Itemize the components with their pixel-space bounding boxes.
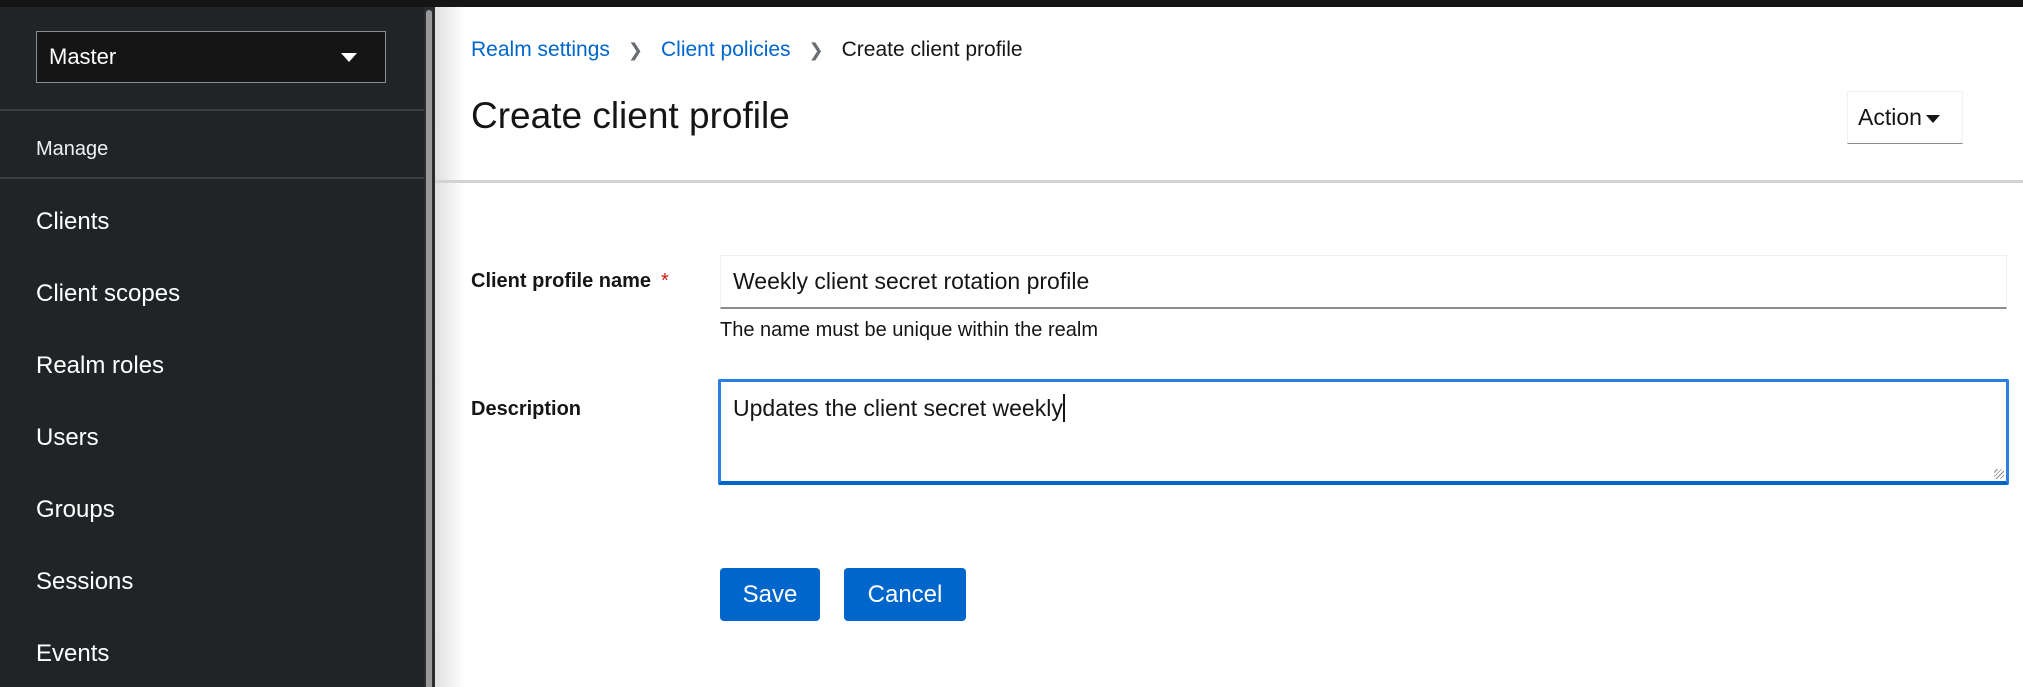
save-button[interactable]: Save [720, 568, 820, 621]
top-bar [0, 0, 2023, 7]
required-indicator: * [661, 270, 669, 292]
action-dropdown[interactable]: Action [1847, 91, 1963, 144]
sidebar-section-manage: Manage [36, 138, 109, 160]
sidebar-item-events[interactable]: Events [36, 640, 109, 668]
sidebar-divider [0, 109, 424, 111]
header-divider [435, 180, 2023, 183]
sidebar-divider [0, 177, 424, 179]
page-title: Create client profile [471, 95, 790, 136]
text-cursor [1062, 394, 1065, 422]
description-textarea[interactable]: Updates the client secret weekly [718, 379, 2009, 485]
chevron-right-icon: ❯ [808, 39, 824, 60]
sidebar-item-users[interactable]: Users [36, 424, 99, 452]
realm-selector-value: Master [49, 44, 117, 69]
caret-down-icon [341, 53, 357, 62]
cancel-button[interactable]: Cancel [844, 568, 966, 621]
description-value: Updates the client secret weekly [733, 395, 1063, 421]
sidebar-item-groups[interactable]: Groups [36, 496, 115, 524]
client-profile-name-label: Client profile name * [471, 270, 669, 293]
description-label: Description [471, 398, 582, 420]
client-profile-name-label-text: Client profile name [471, 270, 652, 292]
sidebar-item-realm-roles[interactable]: Realm roles [36, 352, 164, 380]
sidebar-item-sessions[interactable]: Sessions [36, 568, 133, 596]
sidebar: Master Manage Clients Client scopes Real… [0, 7, 424, 687]
sidebar-item-client-scopes[interactable]: Client scopes [36, 280, 180, 308]
realm-selector[interactable]: Master [36, 31, 386, 83]
sidebar-item-clients[interactable]: Clients [36, 208, 109, 236]
action-dropdown-label: Action [1858, 104, 1922, 130]
resize-handle-icon[interactable] [1994, 469, 2004, 479]
breadcrumb-client-policies[interactable]: Client policies [661, 38, 791, 62]
breadcrumb-realm-settings[interactable]: Realm settings [471, 38, 610, 62]
sidebar-shadow [435, 7, 465, 687]
client-profile-name-input[interactable]: Weekly client secret rotation profile [720, 255, 2007, 309]
caret-down-icon [1926, 115, 1940, 123]
client-profile-name-helper: The name must be unique within the realm [720, 319, 1098, 341]
chevron-right-icon: ❯ [627, 39, 643, 60]
sidebar-scrollbar-thumb[interactable] [426, 10, 432, 687]
breadcrumb-current: Create client profile [841, 38, 1023, 61]
breadcrumb: Realm settings ❯ Client policies ❯ Creat… [471, 38, 1023, 62]
